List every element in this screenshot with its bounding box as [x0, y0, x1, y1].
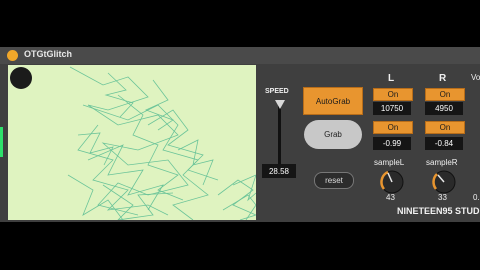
volume-label-partial: Vo: [471, 73, 480, 82]
right-value-2[interactable]: -0.84: [425, 137, 463, 150]
device-title: OTGtGlitch: [24, 49, 72, 59]
right-toggle-2[interactable]: On: [425, 121, 465, 134]
brand-footer: NINETEEN95 STUD: [397, 206, 480, 216]
title-bar: OTGtGlitch: [0, 47, 480, 64]
glitch-visualizer: [8, 65, 256, 220]
speed-slider-track[interactable]: [278, 104, 281, 164]
left-toggle-1[interactable]: On: [373, 88, 413, 101]
right-channel-header: R: [439, 73, 447, 84]
speed-slider-handle[interactable]: [275, 100, 285, 109]
left-value-1[interactable]: 10750: [373, 102, 411, 115]
grab-button[interactable]: Grab: [304, 120, 362, 149]
right-value-1[interactable]: 4950: [425, 102, 463, 115]
speed-value[interactable]: 28.58: [262, 164, 296, 178]
left-knob-label: sampleL: [374, 158, 405, 167]
left-channel-header: L: [388, 73, 395, 84]
selection-indicator: [0, 127, 3, 157]
knob-icon: [380, 170, 404, 194]
scribble-lines: [67, 66, 256, 220]
volume-value-partial: 0.: [473, 193, 480, 202]
left-knob-value: 43: [386, 193, 395, 202]
device-activator-icon[interactable]: [7, 50, 18, 61]
reset-button[interactable]: reset: [314, 172, 354, 189]
right-toggle-1[interactable]: On: [425, 88, 465, 101]
right-knob-value: 33: [438, 193, 447, 202]
right-knob-label: sampleR: [426, 158, 458, 167]
speed-label: SPEED: [265, 88, 289, 95]
left-value-2[interactable]: -0.99: [373, 137, 411, 150]
autograb-button[interactable]: AutoGrab: [303, 87, 363, 115]
left-toggle-2[interactable]: On: [373, 121, 413, 134]
knob-icon: [432, 170, 456, 194]
